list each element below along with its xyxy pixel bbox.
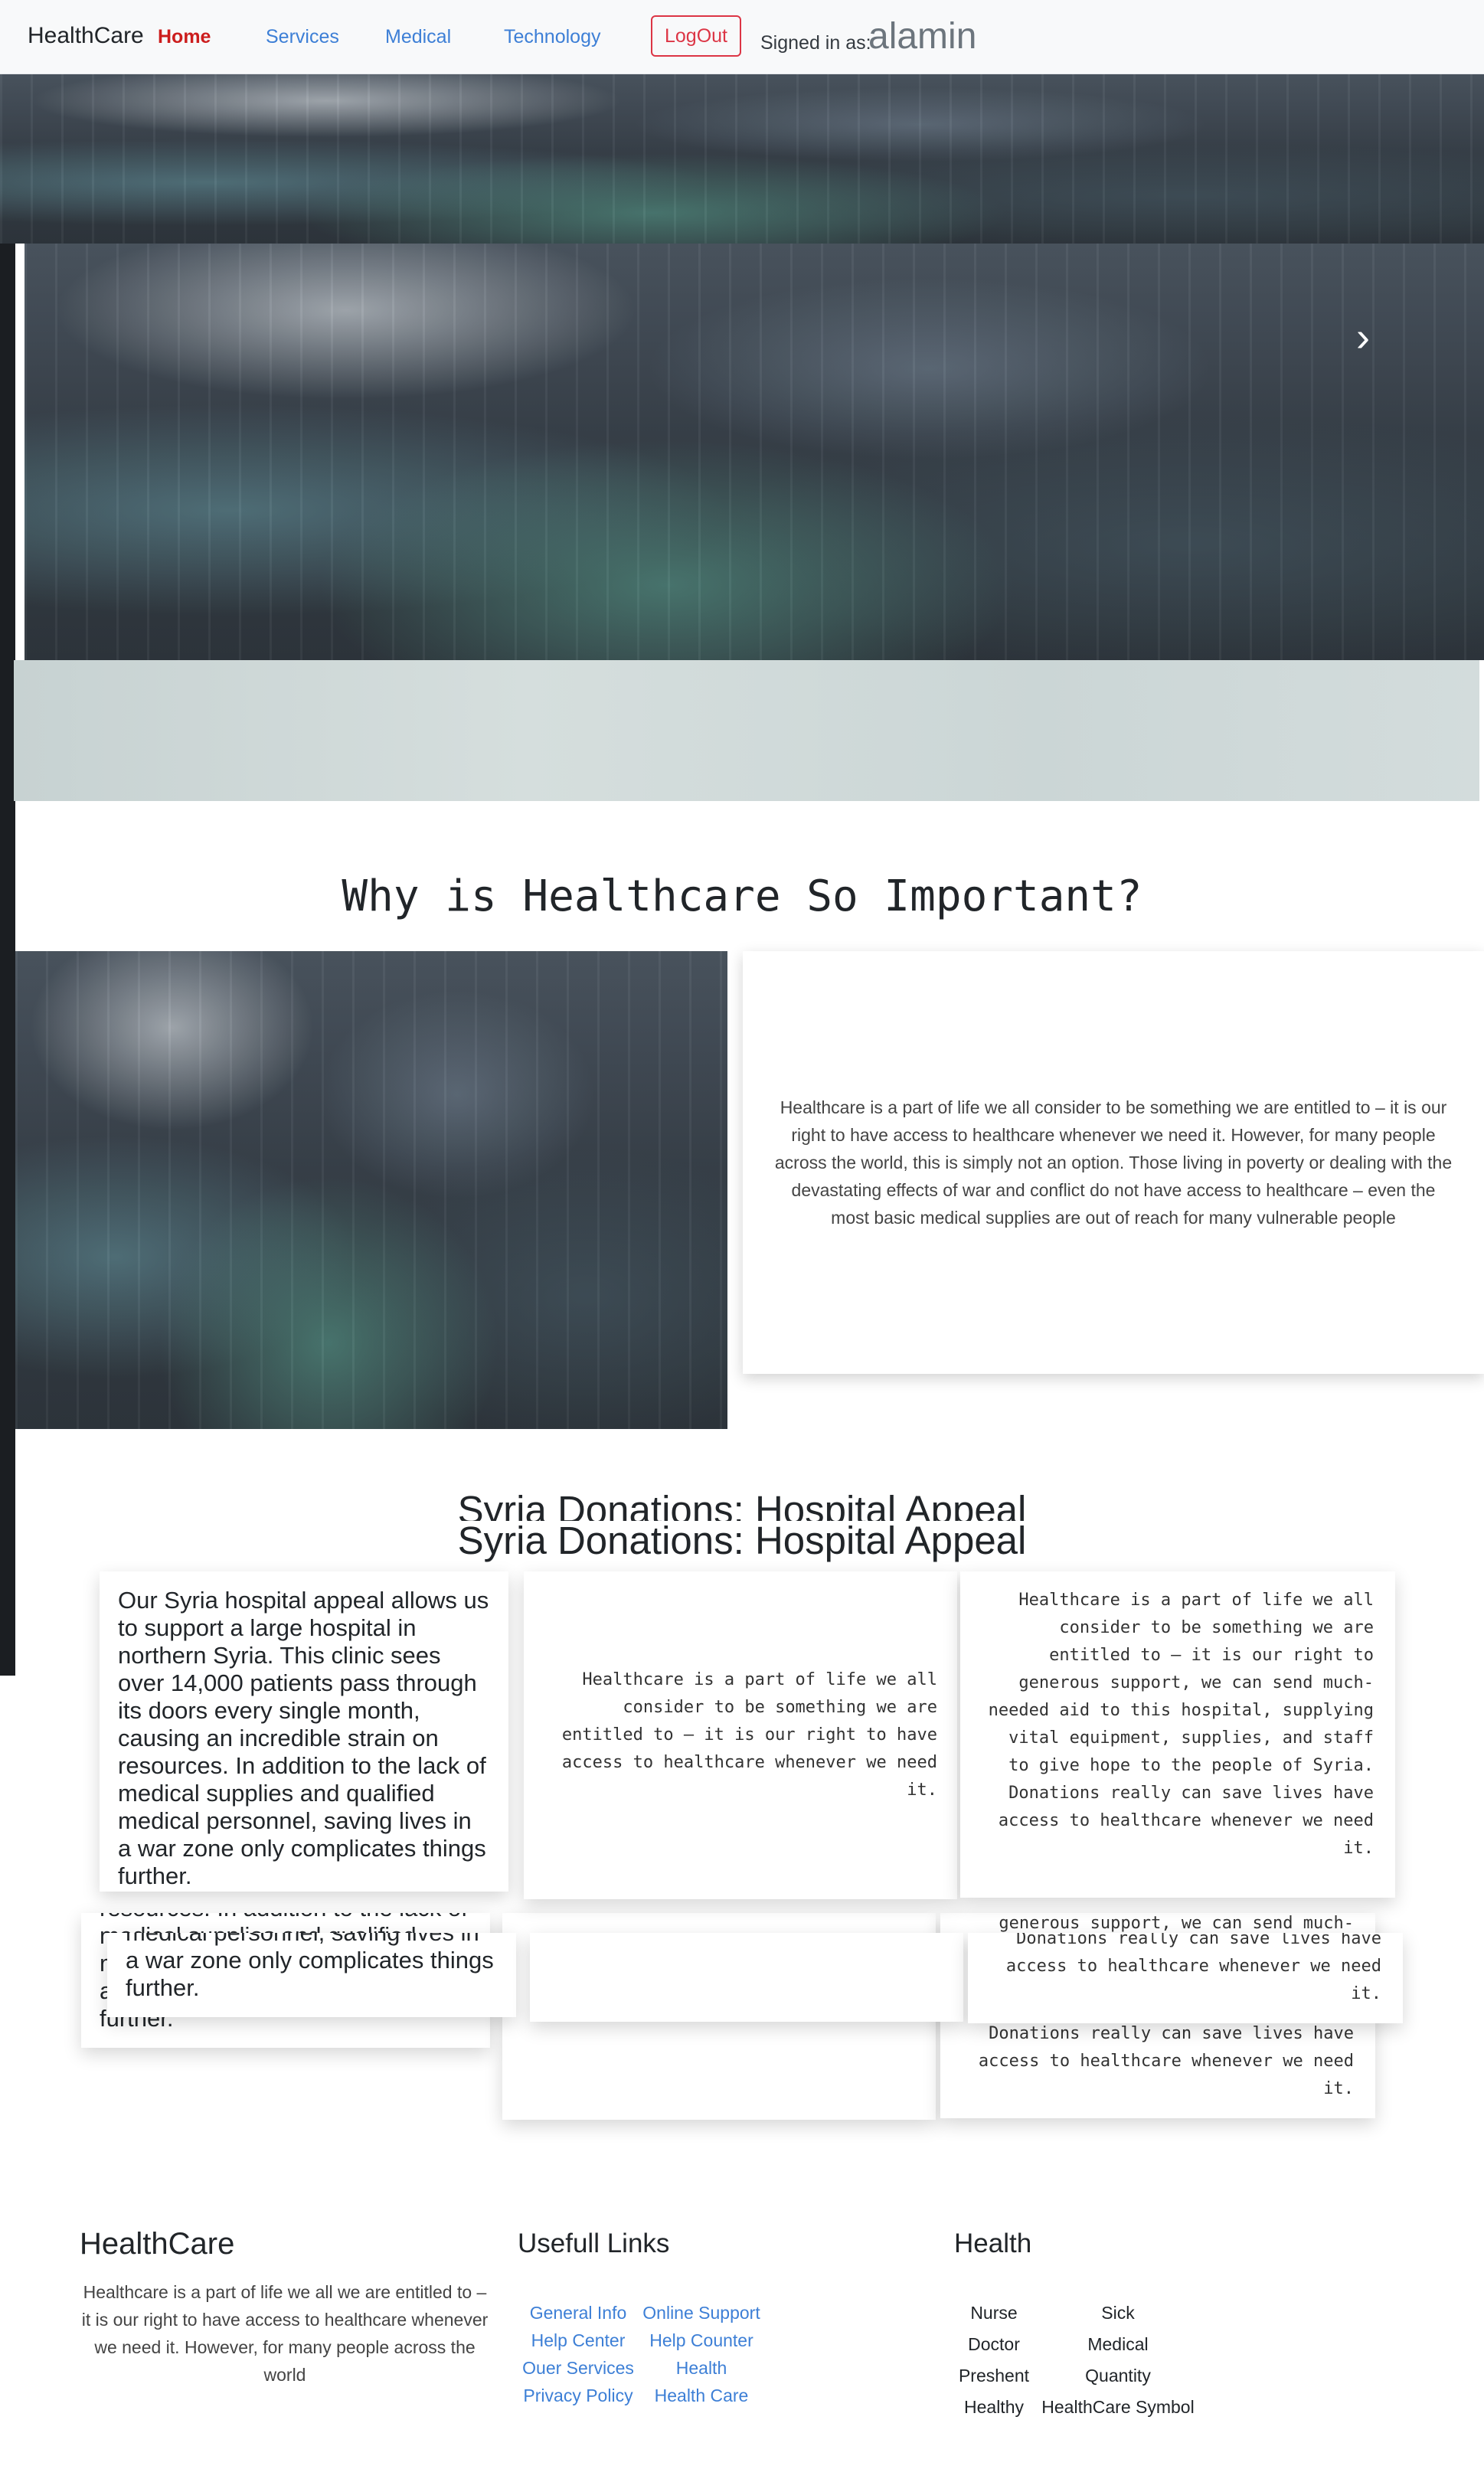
footer-link-row: General Info Online Support — [518, 2299, 764, 2327]
footer-link-row: Ouer Services Health — [518, 2354, 764, 2382]
health-item: Nurse — [970, 2303, 1018, 2323]
health-item: Quantity — [1085, 2366, 1151, 2386]
syria-card-donations: Healthcare is a part of life we all cons… — [960, 1571, 1395, 1898]
health-row: Preshent Quantity — [950, 2360, 1198, 2392]
hero-image-top — [0, 74, 1484, 244]
footer-link-health-care[interactable]: Health Care — [639, 2386, 764, 2406]
syria-card-text: Our Syria hospital appeal allows us to s… — [118, 1587, 489, 1889]
footer-link-online-support[interactable]: Online Support — [639, 2303, 764, 2323]
footer-health-title: Health — [954, 2229, 1032, 2258]
syria-card-ghost — [530, 1933, 963, 2022]
carousel-left-edge — [0, 244, 15, 1676]
nav-link-medical[interactable]: Medical — [385, 26, 451, 48]
navbar: HealthCare Home Services Medical Technol… — [0, 0, 1484, 74]
footer-links: General Info Online Support Help Center … — [518, 2299, 764, 2409]
footer-about-text: Healthcare is a part of life we all we a… — [81, 2282, 489, 2385]
health-item: Medical — [1087, 2334, 1149, 2354]
footer-link-row: Help Center Help Counter — [518, 2327, 764, 2354]
syria-card-text: Our Syria hospital appeal allows us to s… — [126, 1933, 494, 2001]
syria-card-appeal: Our Syria hospital appeal allows us to s… — [100, 1571, 508, 1892]
nav-link-services[interactable]: Services — [266, 26, 339, 48]
footer-link-privacy-policy[interactable]: Privacy Policy — [518, 2386, 639, 2406]
nav-link-technology[interactable]: Technology — [504, 26, 600, 48]
surgery-image — [15, 951, 727, 1429]
syria-card-text: Healthcare is a part of life we all cons… — [561, 1670, 937, 1800]
why-text: Healthcare is a part of life we all cons… — [774, 1097, 1453, 1228]
nav-link-home[interactable]: Home — [158, 26, 211, 48]
health-row: Doctor Medical — [950, 2329, 1198, 2360]
footer-link-general-info[interactable]: General Info — [518, 2303, 639, 2323]
footer-link-services[interactable]: Ouer Services — [518, 2358, 639, 2379]
syria-card-text: Healthcare is a part of life we all cons… — [988, 1591, 1374, 1858]
logout-button[interactable]: LogOut — [651, 15, 741, 57]
health-item: HealthCare Symbol — [1041, 2397, 1195, 2417]
health-item: Preshent — [958, 2366, 1030, 2386]
syria-card-text: Healthcare is a part of life we all cons… — [1005, 1933, 1381, 2003]
syria-card-entitled: Healthcare is a part of life we all cons… — [524, 1571, 957, 1899]
health-row: Healthy HealthCare Symbol — [950, 2392, 1198, 2423]
footer-link-row: Privacy Policy Health Care — [518, 2382, 764, 2409]
footer-link-help-counter[interactable]: Help Counter — [639, 2330, 764, 2351]
carousel-slide-image — [25, 244, 1484, 660]
syria-card-ghost: Our Syria hospital appeal allows us to s… — [107, 1933, 516, 2017]
health-item: Sick — [1101, 2303, 1135, 2323]
syria-card-ghost: Healthcare is a part of life we all cons… — [968, 1933, 1403, 2023]
health-item: Doctor — [968, 2334, 1020, 2354]
why-title: Why is Healthcare So Important? — [342, 871, 1142, 921]
footer-link-health[interactable]: Health — [639, 2358, 764, 2379]
footer-health-grid: Nurse Sick Doctor Medical Preshent Quant… — [950, 2297, 1198, 2423]
footer-link-help-center[interactable]: Help Center — [518, 2330, 639, 2351]
chevron-right-icon[interactable]: › — [1348, 314, 1378, 360]
username: alamin — [868, 16, 977, 57]
footer-links-title: Usefull Links — [518, 2229, 670, 2258]
signed-in-label: Signed in as: — [760, 32, 871, 54]
carousel-caption-band — [14, 660, 1479, 801]
syria-title: Syria Donations: Hospital Appeal — [457, 1519, 1027, 1562]
health-row: Nurse Sick — [950, 2297, 1198, 2329]
syria-title-ghost: Syria Donations: Hospital Appeal — [457, 1488, 1027, 1521]
navbar-brand[interactable]: HealthCare — [28, 23, 144, 49]
why-card: Healthcare is a part of life we all cons… — [743, 951, 1484, 1374]
footer-brand: HealthCare — [80, 2227, 235, 2261]
health-item: Healthy — [964, 2397, 1024, 2417]
